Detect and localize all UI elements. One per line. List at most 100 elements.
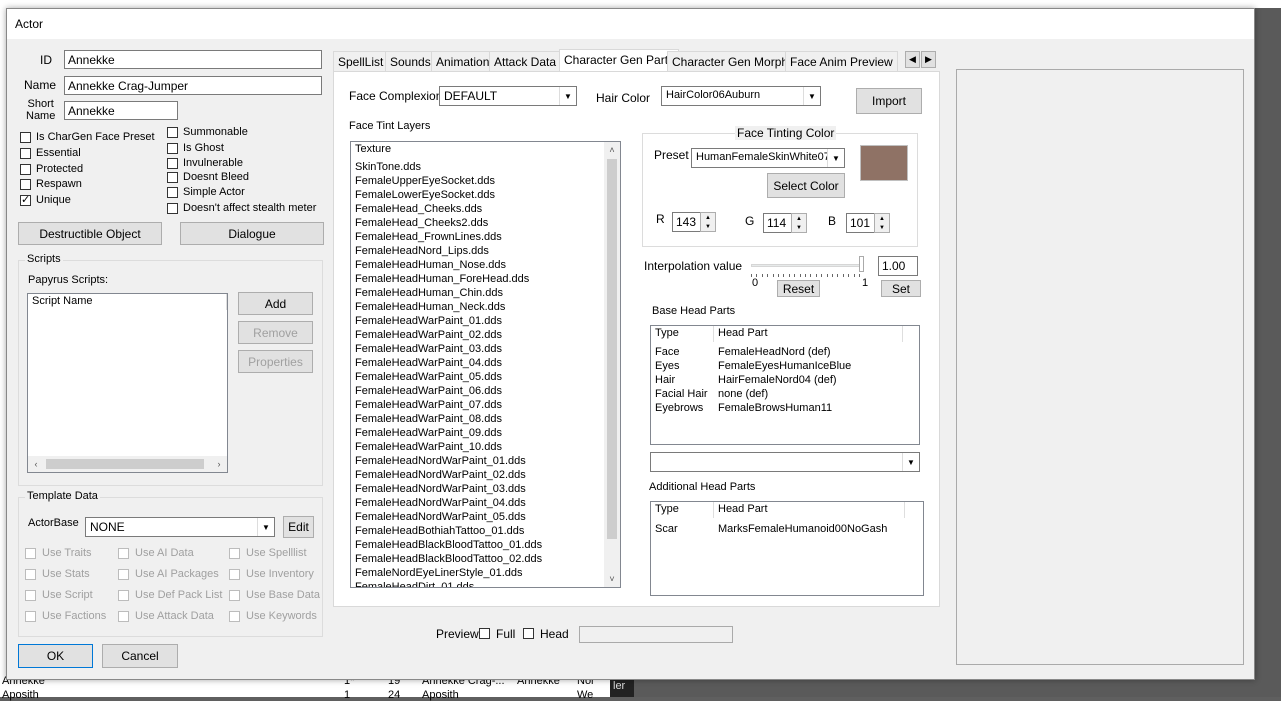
is-ghost-checkbox[interactable] (167, 143, 178, 154)
texture-row[interactable]: FemaleHeadDirt_01.dds (351, 580, 474, 587)
texture-row[interactable]: FemaleUpperEyeSocket.dds (351, 174, 495, 188)
use-ai-packages-checkbox[interactable] (118, 569, 129, 580)
texture-row[interactable]: FemaleHeadWarPaint_10.dds (351, 440, 502, 454)
base-head-part-row[interactable]: Eyes FemaleEyesHumanIceBlue (651, 359, 919, 373)
type-column[interactable]: Type (651, 326, 714, 342)
edit-template-button[interactable]: Edit (283, 516, 314, 538)
texture-row[interactable]: FemaleHeadWarPaint_03.dds (351, 342, 502, 356)
unique-checkbox[interactable] (20, 193, 31, 206)
additional-head-part-row[interactable]: Scar MarksFemaleHumanoid00NoGash (651, 522, 923, 536)
texture-row[interactable]: FemaleHeadHuman_ForeHead.dds (351, 272, 529, 286)
scripts-hscrollbar[interactable]: ‹ › (28, 456, 227, 472)
texture-row[interactable]: FemaleLowerEyeSocket.dds (351, 188, 495, 202)
preview-panel[interactable] (956, 69, 1244, 665)
texture-row[interactable]: FemaleHeadWarPaint_01.dds (351, 314, 502, 328)
doesnt-bleed-checkbox[interactable] (167, 172, 178, 183)
texture-row[interactable]: FemaleHeadWarPaint_05.dds (351, 370, 502, 384)
base-head-part-row[interactable]: Eyebrows FemaleBrowsHuman11 (651, 401, 919, 415)
head-part-column[interactable]: Head Part (714, 502, 905, 518)
head-part-column[interactable]: Head Part (714, 326, 903, 342)
texture-row[interactable]: SkinTone.dds (351, 160, 421, 174)
title-bar[interactable]: Actor (7, 9, 1254, 39)
type-column[interactable]: Type (651, 502, 714, 518)
tab-scroll-left-icon[interactable]: ◀ (905, 51, 920, 68)
chevron-down-icon[interactable]: ▼ (257, 518, 274, 536)
summonable-checkbox[interactable] (167, 127, 178, 138)
base-head-part-row[interactable]: Hair HairFemaleNord04 (def) (651, 373, 919, 387)
texture-row[interactable]: FemaleHeadWarPaint_07.dds (351, 398, 502, 412)
script-name-column[interactable]: Script Name (28, 294, 227, 310)
base-head-part-row[interactable]: Face FemaleHeadNord (def) (651, 345, 919, 359)
slider-thumb[interactable] (859, 256, 864, 272)
ok-button[interactable]: OK (18, 644, 93, 668)
set-button[interactable]: Set (881, 280, 921, 297)
stealth-meter-checkbox[interactable] (167, 203, 178, 214)
chevron-down-icon[interactable]: ▼ (559, 87, 576, 105)
select-color-button[interactable]: Select Color (767, 173, 845, 198)
import-button[interactable]: Import (856, 88, 922, 114)
chevron-down-icon[interactable]: ▼ (803, 87, 820, 105)
reset-button[interactable]: Reset (777, 280, 820, 297)
is-chargen-face-preset-checkbox[interactable] (20, 132, 31, 143)
tab-scroll-right-icon[interactable]: ▶ (921, 51, 936, 68)
texture-row[interactable]: FemaleHeadWarPaint_09.dds (351, 426, 502, 440)
use-attack-data-checkbox[interactable] (118, 611, 129, 622)
tab-character-gen-morphs[interactable]: Character Gen Morphs (667, 51, 800, 71)
texture-row[interactable]: FemaleHeadWarPaint_04.dds (351, 356, 502, 370)
texture-row[interactable]: FemaleHeadNord_Lips.dds (351, 244, 489, 258)
use-def-pack-list-checkbox[interactable] (118, 590, 129, 601)
texture-row[interactable]: FemaleHeadWarPaint_08.dds (351, 412, 502, 426)
face-complexion-select[interactable]: DEFAULT ▼ (439, 86, 577, 106)
texture-row[interactable]: FemaleHeadHuman_Nose.dds (351, 258, 506, 272)
tab-spelllist[interactable]: SpellList (333, 51, 389, 71)
add-script-button[interactable]: Add (238, 292, 313, 315)
texture-row[interactable]: FemaleHeadNordWarPaint_02.dds (351, 468, 526, 482)
texture-row[interactable]: FemaleHeadWarPaint_02.dds (351, 328, 502, 342)
face-tint-layers-list[interactable]: Texture SkinTone.dds FemaleUpperEyeSocket… (350, 141, 621, 588)
chevron-down-icon[interactable]: ▼ (902, 453, 919, 471)
invulnerable-checkbox[interactable] (167, 158, 178, 169)
name-field[interactable]: Annekke Crag-Jumper (64, 76, 322, 95)
texture-row[interactable]: FemaleHeadNordWarPaint_01.dds (351, 454, 526, 468)
base-head-parts-list[interactable]: Type Head Part Face FemaleHeadNord (def) E… (650, 325, 920, 445)
use-ai-data-checkbox[interactable] (118, 548, 129, 559)
tab-face-anim-preview[interactable]: Face Anim Preview (785, 51, 898, 71)
interpolation-slider[interactable] (751, 256, 865, 278)
tab-attack-data[interactable]: Attack Data (489, 51, 562, 71)
scroll-up-icon[interactable]: ˄ (604, 142, 620, 158)
short-name-field[interactable]: Annekke (64, 101, 178, 120)
tab-animation[interactable]: Animation (431, 51, 495, 71)
texture-row[interactable]: FemaleHeadBothiahTattoo_01.dds (351, 524, 524, 538)
tab-sounds[interactable]: Sounds (385, 51, 436, 71)
protected-checkbox[interactable] (20, 164, 31, 175)
destructible-object-button[interactable]: Destructible Object (18, 222, 162, 245)
texture-row[interactable]: FemaleHeadHuman_Neck.dds (351, 300, 505, 314)
texture-row[interactable]: FemaleHead_Cheeks2.dds (351, 216, 488, 230)
preset-select[interactable]: HumanFemaleSkinWhite07 ▼ (691, 148, 845, 168)
chevron-down-icon[interactable]: ▼ (827, 149, 844, 167)
properties-button[interactable]: Properties (238, 350, 313, 373)
use-traits-checkbox[interactable] (25, 548, 36, 559)
use-script-checkbox[interactable] (25, 590, 36, 601)
tint-color-swatch[interactable] (860, 145, 908, 181)
use-spelllist-checkbox[interactable] (229, 548, 240, 559)
use-factions-checkbox[interactable] (25, 611, 36, 622)
simple-actor-checkbox[interactable] (167, 187, 178, 198)
head-part-select[interactable]: ▼ (650, 452, 920, 472)
cancel-button[interactable]: Cancel (102, 644, 178, 668)
texture-row[interactable]: FemaleHeadHuman_Chin.dds (351, 286, 503, 300)
base-head-part-row[interactable]: Facial Hair none (def) (651, 387, 919, 401)
texture-row[interactable]: FemaleHeadNordWarPaint_04.dds (351, 496, 526, 510)
texture-row[interactable]: FemaleHeadBlackBloodTattoo_02.dds (351, 552, 542, 566)
texture-row[interactable]: FemaleHead_Cheeks.dds (351, 202, 482, 216)
additional-head-parts-list[interactable]: Type Head Part Scar MarksFemaleHumanoid00… (650, 501, 924, 596)
tab-character-gen-parts[interactable]: Character Gen Parts (559, 49, 680, 72)
scroll-thumb[interactable] (607, 159, 617, 539)
interpolation-value-field[interactable]: 1.00 (878, 256, 918, 276)
texture-row[interactable]: FemaleNordEyeLinerStyle_01.dds (351, 566, 523, 580)
id-field[interactable]: Annekke (64, 50, 322, 69)
scroll-right-icon[interactable]: › (211, 456, 227, 472)
respawn-checkbox[interactable] (20, 179, 31, 190)
dialogue-button[interactable]: Dialogue (180, 222, 324, 245)
texture-vscrollbar[interactable]: ˄ ˅ (604, 142, 620, 587)
